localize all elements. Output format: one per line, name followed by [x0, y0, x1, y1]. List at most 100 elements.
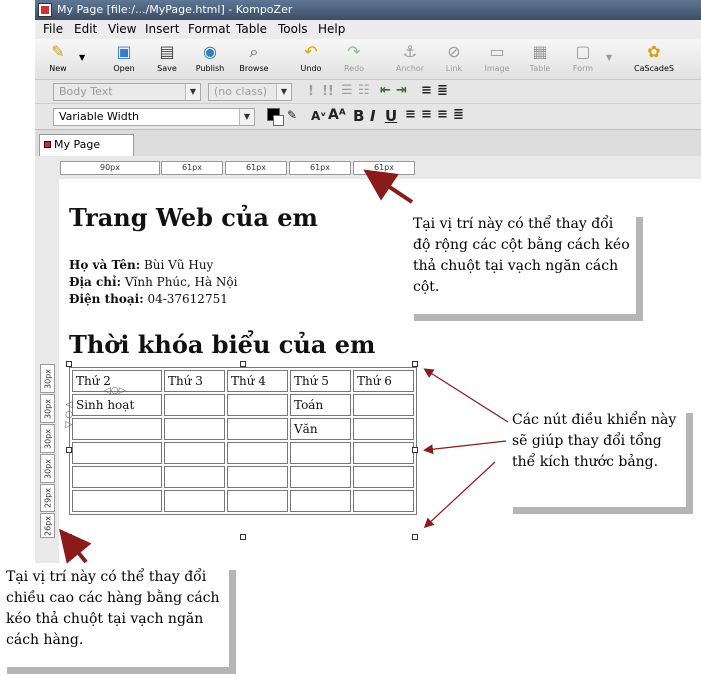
row-ruler-cell[interactable]: 30px	[40, 364, 55, 393]
column-ruler-cell[interactable]: 61px	[289, 161, 351, 175]
table-cell[interactable]: Sinh hoạt	[72, 394, 162, 416]
class-select[interactable]: (no class) ▼	[208, 83, 292, 101]
pencil-icon: ✎	[51, 42, 65, 61]
image-button[interactable]: ▭ Image	[474, 41, 520, 79]
table-cell[interactable]	[353, 418, 414, 440]
table-cell[interactable]	[353, 466, 414, 488]
align-left-icon[interactable]: ≡	[405, 107, 416, 122]
resize-handle-left[interactable]	[66, 447, 72, 453]
align-justify-icon[interactable]: ≣	[453, 107, 464, 122]
table-cell[interactable]	[227, 394, 288, 416]
anchor-button[interactable]: ⚓ Anchor	[387, 41, 433, 79]
align-right-list-icon[interactable]: ≣	[437, 83, 448, 98]
resize-handle-top[interactable]	[240, 361, 246, 367]
row-move-grip-icon[interactable]: ◁○▷	[64, 400, 74, 430]
highlight-pen-icon[interactable]: ✎	[287, 108, 297, 122]
bold-icon[interactable]: B	[353, 107, 364, 125]
resize-handle-top-right[interactable]	[412, 361, 418, 367]
form-button[interactable]: ▢ Form	[560, 41, 606, 79]
table-cell[interactable]	[290, 490, 351, 512]
row-ruler-cell[interactable]: 30px	[40, 424, 55, 453]
table-cell[interactable]	[290, 466, 351, 488]
publish-button[interactable]: ◉ Publish	[187, 41, 233, 79]
row-ruler-cell[interactable]: 30px	[40, 394, 55, 423]
indent-less-icon[interactable]: ⇤	[380, 83, 391, 98]
cascades-button[interactable]: ✿ CaScadeS	[631, 41, 677, 79]
table-cell[interactable]	[353, 394, 414, 416]
table-cell[interactable]	[164, 394, 225, 416]
save-button[interactable]: ▤ Save	[144, 41, 190, 79]
menu-file[interactable]: File	[43, 22, 63, 36]
table-button[interactable]: ▦ Table	[517, 41, 563, 79]
smaller-font-icon[interactable]: Aᵛ	[311, 109, 326, 123]
resize-handle-right[interactable]	[412, 447, 418, 453]
menu-format[interactable]: Format	[188, 22, 230, 36]
format-toolbar-2: Variable Width ▼ ✎ Aᵛ Aᴬ B I U ≡ ≡ ≡ ≣	[35, 104, 701, 130]
table-cell[interactable]	[164, 466, 225, 488]
redo-arrow-icon: ↷	[347, 42, 361, 61]
table-cell[interactable]: Thứ 3	[164, 370, 225, 392]
window-titlebar[interactable]: My Page [file:/.../MyPage.html] - KompoZ…	[35, 0, 701, 20]
bulleted-list-icon[interactable]: ☷	[358, 83, 370, 98]
font-family-select[interactable]: Variable Width ▼	[53, 108, 255, 126]
table-cell[interactable]	[353, 490, 414, 512]
very-important-icon[interactable]: !!	[322, 84, 334, 99]
table-cell[interactable]	[164, 442, 225, 464]
table-cell[interactable]	[290, 442, 351, 464]
align-center-list-icon[interactable]: ≡	[421, 83, 432, 98]
column-ruler-cell[interactable]: 61px	[161, 161, 223, 175]
menu-help[interactable]: Help	[318, 22, 345, 36]
larger-font-icon[interactable]: Aᴬ	[328, 107, 346, 123]
tab-my-page[interactable]: My Page	[39, 134, 134, 156]
column-ruler-cell[interactable]: 61px	[353, 161, 415, 175]
row-ruler-cell[interactable]: 26px	[40, 513, 55, 538]
table-cell[interactable]	[164, 418, 225, 440]
resize-handle-top-left[interactable]	[66, 361, 72, 367]
table-cell[interactable]	[227, 418, 288, 440]
row-ruler-cell[interactable]: 29px	[40, 484, 55, 512]
table-cell[interactable]: Toán	[290, 394, 351, 416]
table-cell[interactable]	[72, 418, 162, 440]
table-cell[interactable]: Thứ 4	[227, 370, 288, 392]
link-button[interactable]: ⊘ Link	[431, 41, 477, 79]
new-button[interactable]: ✎ New	[35, 41, 81, 79]
new-dropdown-arrow-icon[interactable]: ▼	[79, 53, 85, 62]
resize-handle-bottom-left[interactable]	[66, 534, 72, 540]
undo-button[interactable]: ↶ Undo	[288, 41, 334, 79]
row-ruler-cell[interactable]: 30px	[40, 454, 55, 483]
table-cell[interactable]: Thứ 6	[353, 370, 414, 392]
italic-icon[interactable]: I	[370, 107, 376, 125]
open-button[interactable]: ▣ Open	[101, 41, 147, 79]
table-cell[interactable]: Văn	[290, 418, 351, 440]
table-cell[interactable]	[72, 490, 162, 512]
menu-view[interactable]: View	[108, 22, 136, 36]
table-cell[interactable]	[164, 490, 225, 512]
menu-insert[interactable]: Insert	[145, 22, 179, 36]
underline-icon[interactable]: U	[385, 107, 397, 125]
table-cell[interactable]	[72, 442, 162, 464]
important-icon[interactable]: !	[308, 84, 314, 99]
table-cell[interactable]	[353, 442, 414, 464]
form-dropdown-arrow-icon[interactable]: ▼	[606, 53, 612, 62]
resize-handle-bottom-right[interactable]	[412, 534, 418, 540]
resize-handle-bottom[interactable]	[240, 534, 246, 540]
numbered-list-icon[interactable]: ☰	[341, 83, 353, 98]
column-move-grip-icon[interactable]: ◁○▷	[104, 386, 126, 396]
column-ruler-cell[interactable]: 61px	[225, 161, 287, 175]
align-right-icon[interactable]: ≡	[437, 107, 448, 122]
table-cell[interactable]	[72, 466, 162, 488]
paragraph-format-select[interactable]: Body Text ▼	[53, 83, 201, 101]
background-color-swatch[interactable]	[273, 115, 284, 126]
table-cell[interactable]: Thứ 5	[290, 370, 351, 392]
column-ruler-cell[interactable]: 90px	[60, 161, 160, 175]
menu-table[interactable]: Table	[236, 22, 267, 36]
table-cell[interactable]	[227, 442, 288, 464]
align-center-icon[interactable]: ≡	[421, 107, 432, 122]
menu-tools[interactable]: Tools	[278, 22, 308, 36]
redo-button[interactable]: ↷ Redo	[331, 41, 377, 79]
indent-more-icon[interactable]: ⇥	[396, 83, 407, 98]
table-cell[interactable]	[227, 466, 288, 488]
browse-button[interactable]: ⌕ Browse	[231, 41, 277, 79]
table-cell[interactable]	[227, 490, 288, 512]
menu-edit[interactable]: Edit	[74, 22, 97, 36]
